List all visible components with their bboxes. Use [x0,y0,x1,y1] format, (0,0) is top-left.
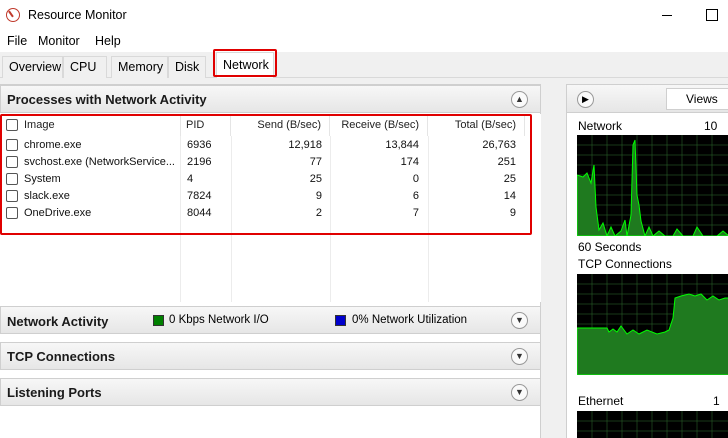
processes-section-header[interactable]: Processes with Network Activity ▲ [0,85,541,113]
network-utilization-label: 0% Network Utilization [352,314,468,326]
network-graph-svg [577,135,728,236]
menu-monitor[interactable]: Monitor [38,34,80,48]
tab-bar: Overview CPU Memory Disk Network [0,52,728,78]
network-io-label: 0 Kbps Network I/O [169,314,269,326]
tcp-graph-label: TCP Connections [578,257,672,271]
processes-highlight [0,114,532,235]
views-button[interactable]: Views [666,88,728,110]
menu-help[interactable]: Help [95,34,121,48]
tab-memory[interactable]: Memory [111,56,168,78]
tcp-connections-header[interactable]: TCP Connections ▼ [0,342,541,370]
seconds-label: 60 Seconds [578,240,642,254]
right-pane-header: ▶ Views [567,85,728,113]
window-title: Resource Monitor [28,8,127,22]
tab-disk[interactable]: Disk [168,56,206,78]
ethernet-graph [577,411,728,438]
network-activity-title: Network Activity [7,314,109,329]
network-graph-label: Network [578,119,623,133]
minimize-button[interactable] [640,0,686,30]
listening-ports-title: Listening Ports [7,385,102,400]
chevron-up-icon[interactable]: ▲ [511,91,528,108]
menu-file[interactable]: File [7,34,27,48]
chevron-down-icon[interactable]: ▼ [511,348,528,365]
network-io-legend-icon [153,315,164,326]
tcp-connections-title: TCP Connections [7,349,116,364]
tcp-graph [577,274,728,375]
network-graph-line [577,139,728,236]
ethernet-graph-label: Ethernet [578,394,624,408]
chevron-down-icon[interactable]: ▼ [511,384,528,401]
right-pane: ▶ Views Network 10 K 60 Seconds TCP Conn… [566,84,728,438]
tcp-graph-svg [577,274,728,375]
pane-splitter[interactable] [541,84,566,438]
processes-section-title: Processes with Network Activity [7,92,207,107]
tab-overview[interactable]: Overview [2,56,63,78]
maximize-button[interactable] [686,0,728,30]
tab-cpu[interactable]: CPU [63,56,107,78]
menu-bar: File Monitor Help [0,30,728,52]
ethernet-graph-scale: 1 [713,394,720,408]
network-tab-highlight [213,49,277,77]
network-utilization-legend-icon [335,315,346,326]
chevron-down-icon[interactable]: ▼ [511,312,528,329]
chevron-right-icon[interactable]: ▶ [577,91,594,108]
ethernet-graph-svg [577,411,728,438]
network-graph [577,135,728,236]
listening-ports-header[interactable]: Listening Ports ▼ [0,378,541,406]
title-bar: Resource Monitor [0,0,728,30]
network-activity-header[interactable]: Network Activity 0 Kbps Network I/O 0% N… [0,306,541,334]
resource-monitor-icon [6,8,20,22]
tcp-graph-line [577,293,728,375]
